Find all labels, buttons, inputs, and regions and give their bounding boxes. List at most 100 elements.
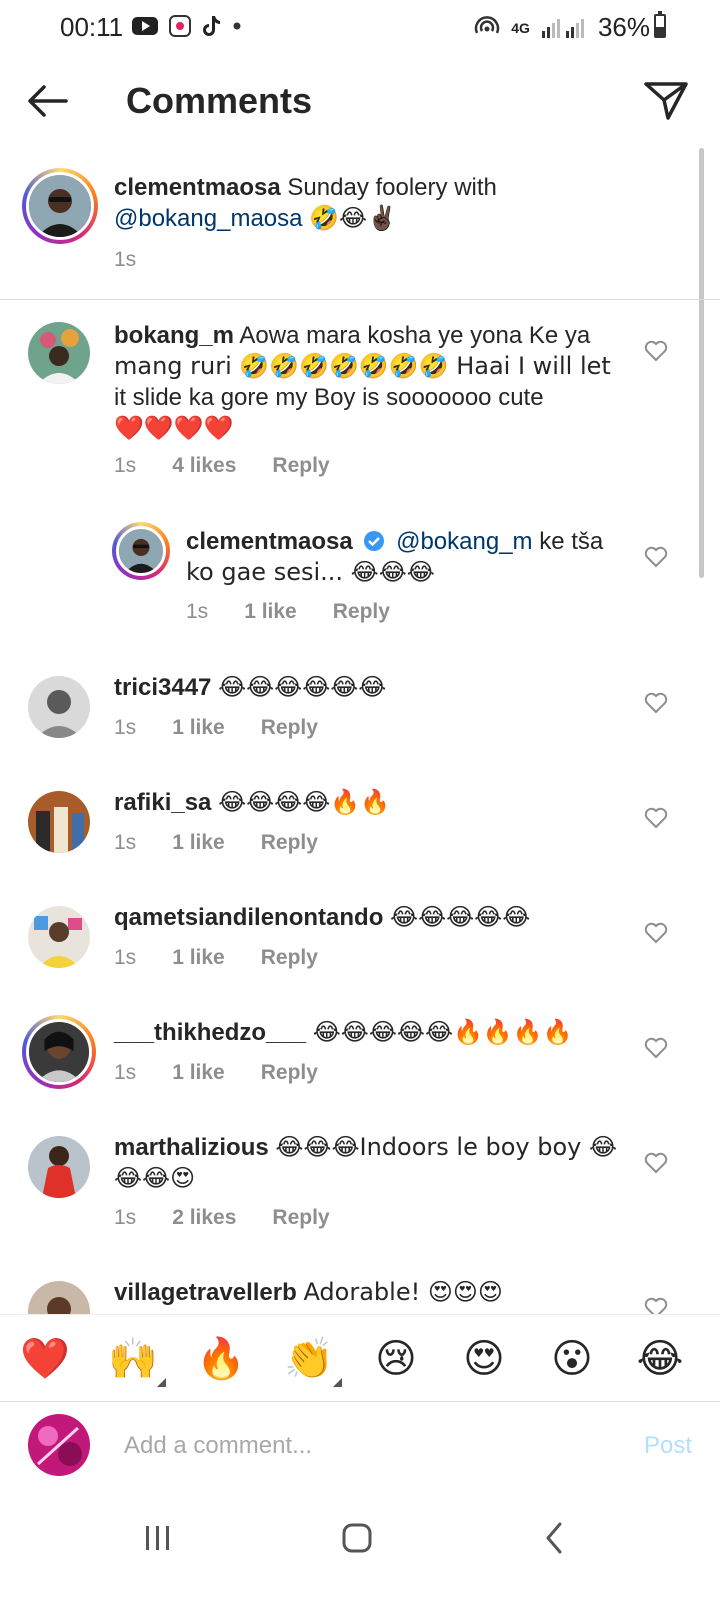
caption-time: 1s xyxy=(114,248,137,271)
paper-plane-icon xyxy=(644,82,688,120)
avatar[interactable] xyxy=(28,791,90,853)
comment-username[interactable]: marthalizious xyxy=(114,1134,269,1161)
comment-meta: 1s 2 likes Reply xyxy=(114,1206,330,1230)
back-chevron-icon xyxy=(546,1522,562,1554)
comment-meta: 1s 1 like Reply xyxy=(114,716,318,740)
reply-button[interactable]: Reply xyxy=(261,1061,318,1085)
reply-button[interactable]: Reply xyxy=(272,454,329,478)
reply-button[interactable]: Reply xyxy=(261,716,318,740)
arrow-left-icon xyxy=(28,85,68,117)
emoji-crying-button[interactable]: 😢 xyxy=(372,1335,420,1383)
likes-count[interactable]: 4 likes xyxy=(172,454,236,478)
emoji-raised-hands-button[interactable]: 🙌 xyxy=(108,1335,166,1387)
comment-username[interactable]: rafiki_sa xyxy=(114,789,211,816)
hotspot-icon xyxy=(475,15,500,34)
tiktok-icon xyxy=(203,16,220,36)
likes-count[interactable]: 1 like xyxy=(172,1061,225,1085)
current-user-avatar[interactable] xyxy=(28,1414,90,1476)
caption-meta: 1s xyxy=(114,248,136,272)
home-button[interactable] xyxy=(328,1514,388,1564)
caption-body: Sunday foolery with xyxy=(287,174,497,201)
caption-username[interactable]: clementmaosa xyxy=(114,174,281,201)
system-back-button[interactable] xyxy=(528,1514,588,1564)
avatar[interactable] xyxy=(112,522,170,580)
recent-apps-button[interactable] xyxy=(128,1514,188,1564)
status-bar: 00:11 4G 36% xyxy=(0,0,720,56)
comment-text: villagetravellerb Adorable! 😍😍😍 xyxy=(114,1277,634,1308)
avatar[interactable] xyxy=(22,168,98,244)
skin-tone-indicator-icon xyxy=(333,1378,342,1387)
comment-input[interactable] xyxy=(124,1426,584,1466)
like-button[interactable] xyxy=(644,1152,668,1174)
emoji-heart-eyes-button[interactable]: 😍 xyxy=(460,1335,508,1383)
reply-button[interactable]: Reply xyxy=(261,831,318,855)
heart-icon xyxy=(644,692,668,714)
comment-item: trici3447 😂😂😂😂😂😂 1s 1 like Reply xyxy=(0,660,720,770)
likes-count[interactable]: 1 like xyxy=(172,946,225,970)
post-button[interactable]: Post xyxy=(644,1432,692,1460)
status-left-icons xyxy=(132,14,242,38)
avatar[interactable] xyxy=(22,1015,96,1089)
battery-icon xyxy=(654,11,666,38)
header: Comments xyxy=(0,60,720,144)
comment-username[interactable]: ___thikhedzo___ xyxy=(114,1019,306,1046)
comment-username[interactable]: qametsiandilenontando xyxy=(114,904,383,931)
likes-count[interactable]: 1 like xyxy=(172,831,225,855)
avatar[interactable] xyxy=(28,1136,90,1198)
like-button[interactable] xyxy=(644,692,668,714)
comment-username[interactable]: clementmaosa xyxy=(186,528,353,555)
comment-meta: 1s 1 like Reply xyxy=(114,831,318,855)
reply-button[interactable]: Reply xyxy=(272,1206,329,1230)
heart-icon xyxy=(644,1297,668,1314)
likes-count[interactable]: 1 like xyxy=(172,716,225,740)
caption-mention[interactable]: @bokang_maosa xyxy=(114,205,302,232)
comment-line: Aowa mara kosha ye yona Ke ya xyxy=(239,322,591,349)
like-button[interactable] xyxy=(644,1037,668,1059)
reply-button[interactable]: Reply xyxy=(333,600,390,624)
emoji-surprised-button[interactable]: 😮 xyxy=(548,1335,596,1383)
notification-dot-icon xyxy=(233,22,241,30)
comment-line: Adorable! 😍😍😍 xyxy=(303,1278,503,1306)
comment-item: qametsiandilenontando 😂😂😂😂😂 1s 1 like Re… xyxy=(0,890,720,1000)
battery-percent: 36% xyxy=(597,12,650,42)
comment-time: 1s xyxy=(114,831,137,854)
youtube-icon xyxy=(132,17,158,35)
page-title: Comments xyxy=(126,80,313,121)
emoji-fire-button[interactable]: 🔥 xyxy=(196,1335,246,1383)
comment-line: 😂😂😍 xyxy=(114,1164,196,1192)
reply-button[interactable]: Reply xyxy=(261,946,318,970)
comment-meta: 1s 1 like Reply xyxy=(186,600,390,624)
emoji-laughing-button[interactable]: 😂 xyxy=(636,1335,684,1383)
likes-count[interactable]: 2 likes xyxy=(172,1206,236,1230)
clap-icon: 👏 xyxy=(284,1336,334,1382)
avatar[interactable] xyxy=(28,676,90,738)
share-button[interactable] xyxy=(642,76,690,124)
like-button[interactable] xyxy=(644,807,668,829)
comment-composer: Post xyxy=(0,1402,720,1490)
status-right: 4G 36% xyxy=(473,12,650,43)
avatar[interactable] xyxy=(28,1281,90,1314)
comment-line: ❤️❤️❤️❤️ xyxy=(114,414,234,442)
comment-username[interactable]: trici3447 xyxy=(114,674,211,701)
back-button[interactable] xyxy=(22,78,72,124)
comment-username[interactable]: bokang_m xyxy=(114,322,234,349)
reply-mention[interactable]: @bokang_m xyxy=(396,528,532,555)
likes-count[interactable]: 1 like xyxy=(244,600,297,624)
like-button[interactable] xyxy=(644,340,668,362)
like-button[interactable] xyxy=(644,1297,668,1314)
comment-text: rafiki_sa 😂😂😂😂🔥🔥 xyxy=(114,787,634,818)
like-button[interactable] xyxy=(644,546,668,568)
signal-icon xyxy=(541,18,584,38)
emoji-heart-button[interactable]: ❤️ xyxy=(20,1335,70,1383)
heart-icon xyxy=(644,807,668,829)
avatar[interactable] xyxy=(28,906,90,968)
comment-item: villagetravellerb Adorable! 😍😍😍 xyxy=(0,1265,720,1314)
comment-time: 1s xyxy=(114,454,137,477)
comment-line: 😂😂😂😂😂 xyxy=(390,903,531,931)
like-button[interactable] xyxy=(644,922,668,944)
recent-apps-icon xyxy=(146,1526,169,1550)
avatar[interactable] xyxy=(28,322,90,384)
comment-username[interactable]: villagetravellerb xyxy=(114,1279,297,1306)
emoji-clap-button[interactable]: 👏 xyxy=(284,1335,342,1387)
caption-emojis: 🤣😂✌🏿 xyxy=(309,204,397,232)
